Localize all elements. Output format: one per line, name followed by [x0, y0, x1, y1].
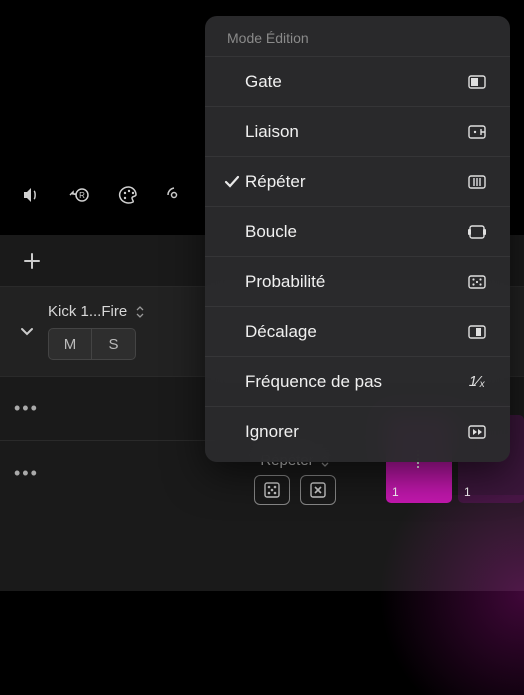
menu-item-label: Liaison: [245, 122, 464, 142]
menu-item-decalage[interactable]: Décalage: [205, 306, 510, 356]
menu-item-ignorer[interactable]: Ignorer: [205, 406, 510, 456]
mute-button[interactable]: M: [48, 328, 92, 360]
add-track-button[interactable]: [22, 251, 42, 271]
settings-partial-icon[interactable]: [166, 185, 182, 205]
menu-item-label: Répéter: [245, 172, 464, 192]
gate-icon: [464, 74, 490, 90]
repeat-icon: [464, 174, 490, 190]
menu-item-repeter[interactable]: Répéter: [205, 156, 510, 206]
menu-item-label: Ignorer: [245, 422, 464, 442]
randomize-button[interactable]: [254, 475, 290, 505]
track-name-updown-icon[interactable]: [135, 305, 145, 319]
edit-mode-menu: Mode Édition Gate Liaison Répéter Boucle: [205, 16, 510, 462]
svg-text:R: R: [79, 191, 85, 200]
menu-item-label: Décalage: [245, 322, 464, 342]
menu-item-boucle[interactable]: Boucle: [205, 206, 510, 256]
menu-item-gate[interactable]: Gate: [205, 56, 510, 106]
solo-button[interactable]: S: [92, 328, 136, 360]
loop-icon: [464, 224, 490, 240]
clear-button[interactable]: [300, 475, 336, 505]
menu-item-label: Boucle: [245, 222, 464, 242]
volume-icon[interactable]: [22, 186, 42, 204]
track-name[interactable]: Kick 1...Fire: [48, 303, 127, 320]
routing-icon[interactable]: R: [68, 186, 92, 204]
menu-item-probabilite[interactable]: Probabilité: [205, 256, 510, 306]
step-value: 1: [464, 485, 471, 499]
tie-icon: [464, 124, 490, 140]
probability-icon: [464, 274, 490, 290]
check-icon: [219, 175, 245, 189]
step-value: 1: [392, 485, 399, 499]
palette-icon[interactable]: [118, 185, 140, 205]
row-options-button[interactable]: •••: [14, 398, 39, 419]
menu-item-liaison[interactable]: Liaison: [205, 106, 510, 156]
skip-icon: [464, 424, 490, 440]
menu-header: Mode Édition: [205, 22, 510, 56]
row-options-button[interactable]: •••: [14, 463, 39, 484]
menu-item-label: Gate: [245, 72, 464, 92]
track-expander[interactable]: [12, 327, 42, 337]
offset-icon: [464, 324, 490, 340]
menu-item-label: Probabilité: [245, 272, 464, 292]
menu-item-label: Fréquence de pas: [245, 372, 464, 392]
menu-item-frequence[interactable]: Fréquence de pas 1⁄ₓ: [205, 356, 510, 406]
rate-icon: 1⁄ₓ: [464, 373, 490, 390]
